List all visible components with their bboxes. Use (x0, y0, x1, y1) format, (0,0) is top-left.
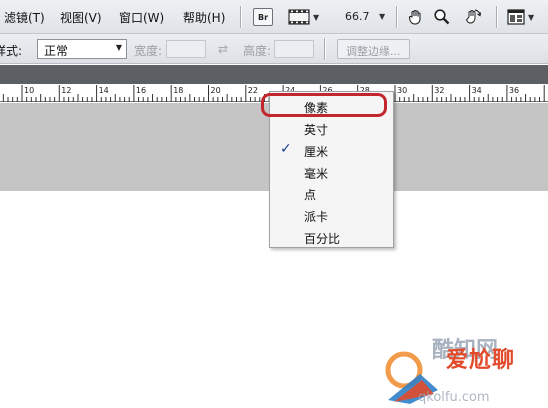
br-icon: Br (253, 8, 273, 26)
hand-icon (408, 9, 421, 25)
ruler-label: 18 (173, 86, 183, 95)
screen-mode-button[interactable]: ▼ (288, 5, 319, 29)
watermark-url: igaliao.com (432, 372, 504, 385)
document-tab-bar (0, 65, 548, 84)
zoom-level[interactable]: 66.7 (345, 10, 370, 23)
hand-tool-button[interactable] (407, 5, 425, 29)
menu-item-millimeters[interactable]: 毫米 (270, 162, 393, 183)
style-value: 正常 (44, 44, 69, 58)
menu-item-centimeters[interactable]: ✓ 厘米 (270, 140, 393, 161)
ruler-label: 32 (434, 86, 444, 95)
menu-item-label: 点 (304, 188, 317, 202)
swap-icon[interactable]: ⇄ (218, 42, 228, 56)
menu-item-label: 派卡 (304, 210, 329, 224)
ruler-label: 20 (211, 86, 221, 95)
menu-view[interactable]: 视图(V) (60, 9, 102, 26)
height-label: 高度: (243, 44, 272, 58)
toolbar-separator (496, 6, 497, 28)
zoom-tool-button[interactable] (433, 5, 451, 29)
watermark-text-2: 爱尬聊 (446, 348, 516, 373)
bridge-button[interactable]: Br (253, 5, 273, 29)
options-separator (324, 38, 325, 60)
ruler-label: 36 (509, 86, 519, 95)
film-icon (288, 9, 310, 25)
refine-edge-button[interactable]: 调整边缘... (337, 39, 410, 59)
workspace-icon (507, 9, 525, 25)
ruler-label: 14 (99, 86, 109, 95)
width-field[interactable] (166, 40, 206, 58)
zoom-icon (434, 9, 450, 25)
height-field[interactable] (274, 40, 314, 58)
menu-item-picas[interactable]: 派卡 (270, 205, 393, 226)
menu-item-inches[interactable]: 英寸 (270, 118, 393, 139)
watermark: 酷知网 爱尬聊 igaliao.com qkolfu.com (380, 330, 545, 406)
menu-item-label: 英寸 (304, 123, 329, 137)
style-select[interactable]: 正常 ▼ (37, 39, 127, 59)
ruler-label: 34 (472, 86, 482, 95)
menu-item-label: 百分比 (304, 232, 341, 246)
ruler-label: 22 (248, 86, 258, 95)
menu-item-label: 毫米 (304, 167, 329, 181)
chevron-down-icon: ▼ (528, 12, 535, 22)
chevron-down-icon[interactable]: ▼ (379, 12, 385, 21)
style-label: 样式: (0, 44, 23, 58)
workspace-button[interactable]: ▼ (507, 5, 534, 29)
rotate-icon (465, 9, 482, 24)
chevron-down-icon: ▼ (115, 43, 122, 52)
menu-item-points[interactable]: 点 (270, 183, 393, 204)
menu-item-label: 厘米 (304, 145, 329, 159)
ruler-label: 16 (136, 86, 146, 95)
menu-item-percent[interactable]: 百分比 (270, 227, 393, 248)
menu-window[interactable]: 窗口(W) (119, 9, 164, 26)
chevron-down-icon: ▼ (313, 12, 320, 22)
ruler-label: 10 (24, 86, 34, 95)
toolbar-separator (396, 6, 397, 28)
options-bar: 样式: 正常 ▼ 宽度: ⇄ 高度: 调整边缘... (0, 34, 548, 64)
highlight-annotation (261, 93, 387, 117)
menu-separator (240, 6, 241, 28)
ruler-label: 12 (61, 86, 71, 95)
checkmark-icon: ✓ (280, 141, 292, 157)
rotate-view-button[interactable] (463, 5, 483, 29)
menu-filter[interactable]: 滤镜(T) (4, 9, 45, 26)
width-label: 宽度: (134, 44, 163, 58)
ruler-label: 30 (397, 86, 407, 95)
watermark-url-2: qkolfu.com (418, 390, 490, 405)
menu-help[interactable]: 帮助(H) (183, 9, 225, 26)
menu-bar: 滤镜(T) 视图(V) 窗口(W) 帮助(H) Br ▼ 66.7 ▼ ▼ (0, 0, 548, 34)
